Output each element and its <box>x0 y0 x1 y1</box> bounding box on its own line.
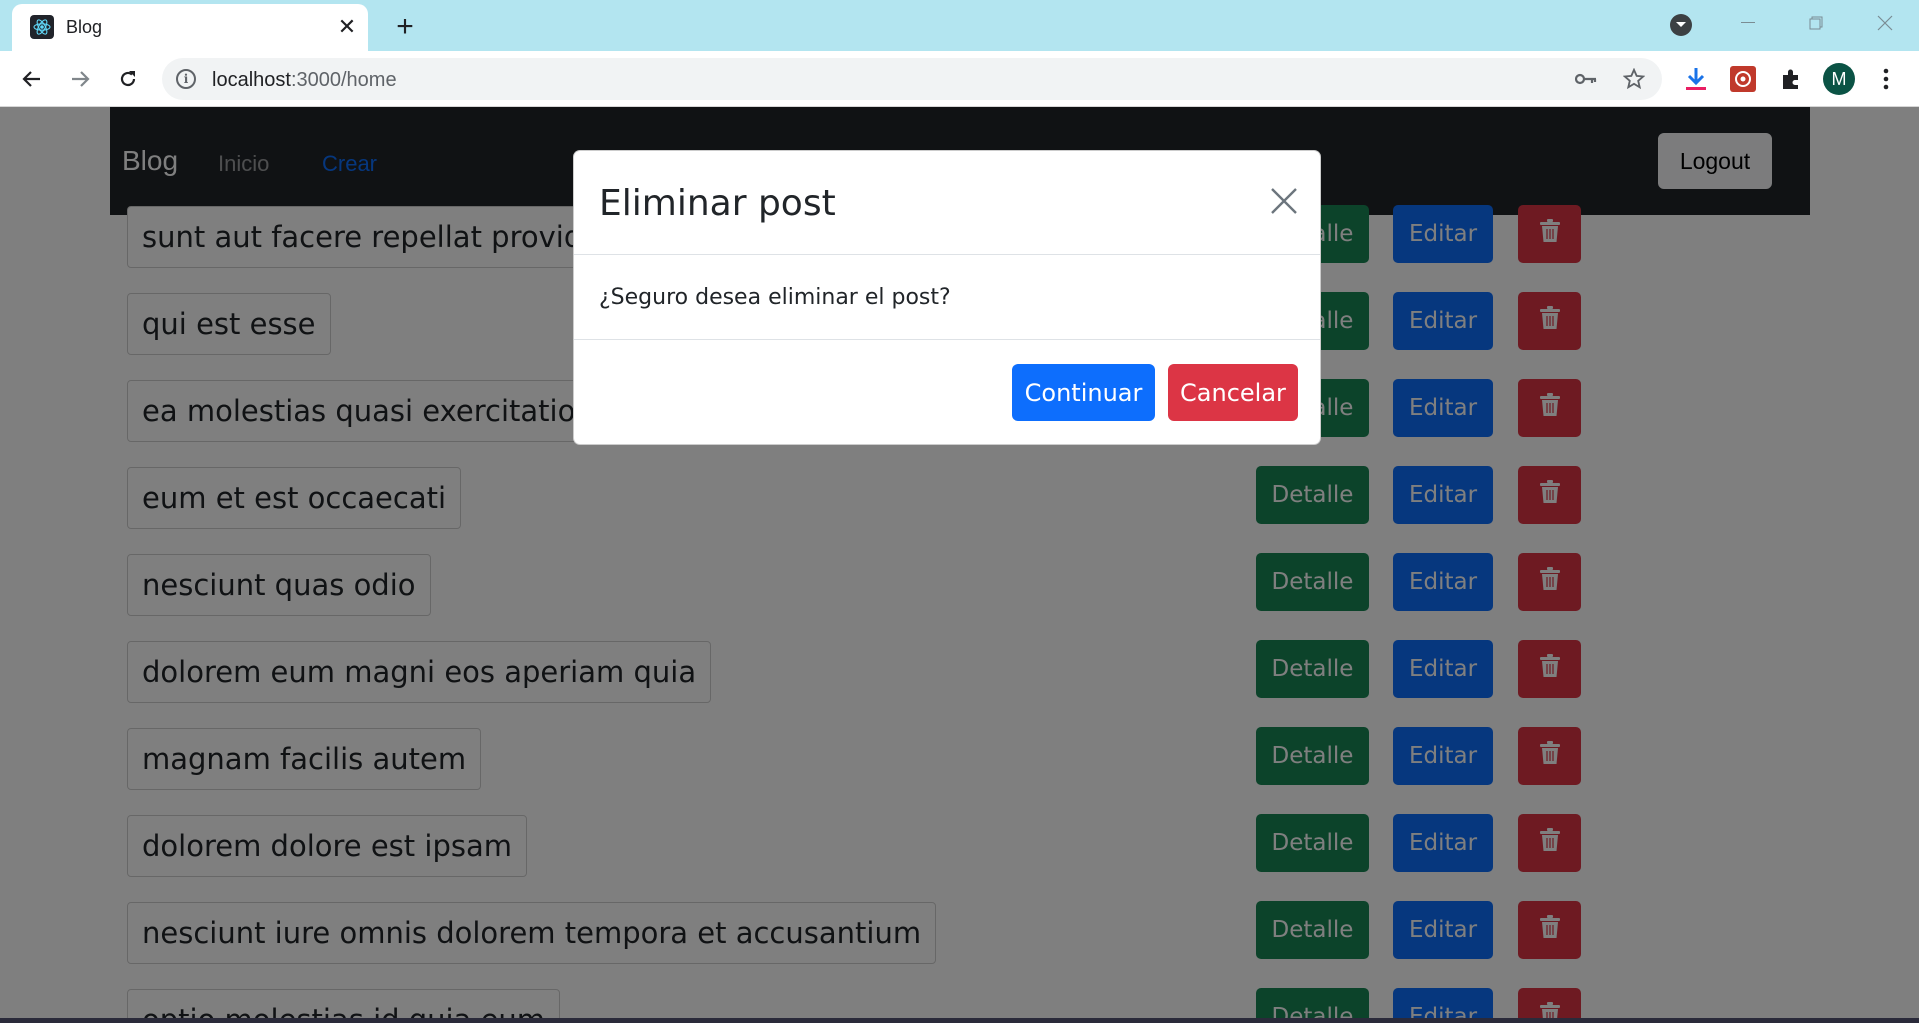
modal-message: ¿Seguro desea eliminar el post? <box>599 285 951 310</box>
modal-title: Eliminar post <box>599 183 836 224</box>
url-path: :3000/home <box>290 69 397 91</box>
star-icon[interactable] <box>1622 67 1646 91</box>
avatar[interactable]: M <box>1823 63 1855 95</box>
window-close-icon[interactable] <box>1865 6 1905 40</box>
back-arrow-icon[interactable] <box>14 61 50 97</box>
tab-title: Blog <box>66 17 103 37</box>
modal-body: ¿Seguro desea eliminar el post? <box>574 255 1320 340</box>
browser-tab[interactable]: Blog ✕ <box>12 4 368 51</box>
minimize-icon[interactable] <box>1728 6 1768 40</box>
taskbar-edge <box>0 1018 1919 1023</box>
react-favicon-icon <box>30 15 54 39</box>
reload-icon[interactable] <box>110 61 146 97</box>
url-host: localhost <box>212 69 291 91</box>
restore-icon[interactable] <box>1796 6 1836 40</box>
new-tab-button[interactable]: + <box>390 12 420 42</box>
url-text: localhost:3000/home <box>212 69 397 92</box>
download-icon[interactable] <box>1680 63 1712 95</box>
close-icon[interactable] <box>1264 181 1304 221</box>
cancel-button[interactable]: Cancelar <box>1168 364 1298 421</box>
browser-toolbar: i localhost:3000/home M <box>0 51 1919 107</box>
menu-kebab-icon[interactable] <box>1870 63 1902 95</box>
continue-button[interactable]: Continuar <box>1012 364 1155 421</box>
extension-icon[interactable] <box>1727 63 1759 95</box>
tab-close-icon[interactable]: ✕ <box>334 14 360 40</box>
delete-post-modal: Eliminar post ¿Seguro desea eliminar el … <box>573 150 1321 445</box>
forward-arrow-icon[interactable] <box>62 61 98 97</box>
puzzle-icon[interactable] <box>1775 63 1807 95</box>
browser-tabstrip: Blog ✕ + <box>0 0 1919 51</box>
modal-header: Eliminar post <box>574 151 1320 255</box>
modal-footer: Continuar Cancelar <box>574 340 1320 444</box>
site-info-icon[interactable]: i <box>176 69 196 89</box>
tab-search-icon[interactable] <box>1670 14 1692 36</box>
address-bar[interactable]: i localhost:3000/home <box>162 58 1662 100</box>
key-icon[interactable] <box>1574 67 1598 91</box>
